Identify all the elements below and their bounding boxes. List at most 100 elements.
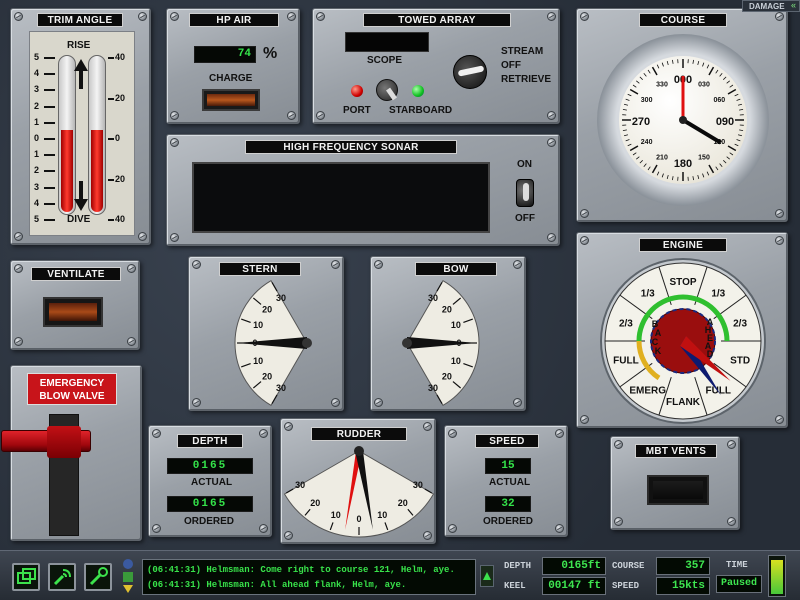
course-tick — [647, 69, 651, 74]
hp-air-charge-button[interactable] — [202, 89, 260, 111]
sonar-off-label: OFF — [515, 213, 535, 224]
course-hub — [679, 116, 687, 124]
speed-status-label: SPEED — [612, 581, 640, 591]
emergency-blow-label: EMERGENCY BLOW VALVE — [27, 373, 117, 405]
course-tick — [651, 164, 658, 174]
course-tick — [737, 103, 743, 106]
ventilate-button[interactable] — [43, 297, 103, 327]
trim-left-tick — [44, 170, 55, 173]
hp-air-panel: HP AIR 74 % CHARGE — [166, 8, 300, 124]
rudder-tick-label: 20 — [398, 498, 408, 508]
trim-left-tick — [44, 138, 55, 140]
course-tick — [625, 139, 630, 142]
msg-scroll-down-button[interactable] — [123, 585, 133, 593]
rudder-tick-label: 10 — [331, 510, 341, 520]
bow-tick-label: 10 — [451, 320, 461, 330]
time-status-label: TIME — [726, 560, 748, 570]
speed-ordered-value[interactable]: 32 — [485, 496, 531, 512]
rudder-hub — [354, 446, 364, 456]
message-log: (06:41:31) Helmsman: Come right to cours… — [142, 559, 476, 595]
course-tick — [719, 163, 723, 167]
trim-angle-title: TRIM ANGLE — [37, 13, 123, 27]
emergency-blow-panel: EMERGENCY BLOW VALVE — [1, 365, 142, 541]
course-tick — [661, 62, 664, 67]
course-tick — [656, 171, 660, 176]
time-status-value[interactable]: Paused — [716, 575, 762, 593]
bow-tick-label: 10 — [451, 356, 461, 366]
emergency-blow-label-line2: BLOW VALVE — [39, 391, 105, 402]
course-tick — [647, 166, 651, 171]
scope-label: SCOPE — [367, 55, 403, 66]
towed-array-side-switch[interactable] — [376, 79, 398, 101]
speed-ordered-label: ORDERED — [483, 516, 534, 527]
towed-array-mode-knob[interactable] — [453, 55, 487, 89]
port-light — [351, 85, 363, 97]
course-mark-label: 180 — [674, 158, 692, 170]
stern-tick-label: 30 — [276, 383, 286, 393]
engine-telegraph-svg[interactable]: STOP1/32/3STDFULLFLANKEMERGFULL2/31/3BAC… — [593, 255, 773, 427]
trim-right-tick — [108, 178, 114, 181]
stern-hub — [302, 338, 312, 348]
msg-scroll-up-button[interactable] — [123, 559, 133, 569]
mbt-vents-button[interactable] — [647, 475, 709, 505]
course-mark-label: 030 — [698, 82, 710, 89]
trim-left-tick-label: 1 — [34, 116, 40, 127]
engine-order-label: 1/3 — [641, 288, 655, 299]
trim-right-tick-label: 40 — [115, 214, 126, 224]
course-tick — [715, 69, 719, 74]
speed-actual-value: 15 — [485, 458, 531, 474]
trim-left-tick-label: 2 — [34, 165, 40, 176]
trim-left-tick — [44, 57, 55, 59]
engine-order-label: 2/3 — [733, 318, 747, 329]
starboard-light — [412, 85, 424, 97]
course-tick — [723, 160, 727, 164]
bow-tick-label: 30 — [428, 293, 438, 303]
course-tick — [636, 156, 640, 160]
msg-scroll-mid-button[interactable] — [123, 572, 133, 582]
starboard-label: STARBOARD — [389, 105, 453, 116]
rudder-tick-label: 20 — [310, 498, 320, 508]
trim-right-tick-label: 40 — [115, 52, 126, 62]
trim-right-tick — [108, 219, 114, 221]
course-tick — [625, 98, 630, 101]
course-tick — [708, 164, 715, 174]
course-tick — [636, 80, 640, 84]
course-tick — [639, 76, 643, 80]
rudder-gauge-svg: 30 20 10 0 10 20 30 — [283, 446, 435, 538]
windows-button[interactable] — [12, 563, 40, 591]
ventilate-panel: VENTILATE — [10, 260, 140, 350]
engine-order-label: 1/3 — [711, 288, 725, 299]
stern-tick-label: 20 — [262, 305, 272, 315]
time-compression-slider[interactable] — [768, 555, 786, 597]
trim-left-tick-label: 4 — [34, 68, 40, 79]
damage-tab[interactable]: DAMAGE « — [742, 0, 800, 12]
course-tick — [702, 173, 705, 178]
rudder-tick-label: 10 — [377, 510, 387, 520]
stern-gauge-svg: 3020100102030 — [234, 279, 312, 407]
repair-button[interactable] — [84, 563, 112, 591]
sonar-panel: HIGH FREQUENCY SONAR ON OFF — [166, 134, 560, 246]
mbt-vents-title: MBT VENTS — [635, 444, 717, 458]
course-tick — [623, 134, 629, 137]
trim-left-tick — [44, 121, 55, 124]
engine-back-letter: K — [655, 346, 662, 356]
radio-button[interactable] — [48, 563, 76, 591]
depth-ordered-value[interactable]: 0165 — [167, 496, 253, 512]
engine-title: ENGINE — [639, 238, 727, 252]
course-status-label: COURSE — [612, 561, 645, 571]
bow-gauge-svg: 3020100102030 — [402, 279, 480, 407]
trim-dive-label: DIVE — [67, 214, 91, 225]
course-title: COURSE — [639, 13, 727, 27]
trim-right-tick — [108, 97, 114, 100]
depth-status-value: 0165ft — [542, 557, 606, 575]
hp-air-title: HP AIR — [189, 13, 279, 27]
hp-air-charge-label: CHARGE — [209, 73, 253, 84]
message-expand-button[interactable] — [480, 565, 494, 587]
damage-label: DAMAGE — [749, 2, 785, 11]
ventilate-title: VENTILATE — [31, 267, 121, 281]
off-label: OFF — [501, 60, 521, 71]
course-tick — [739, 109, 744, 111]
depth-status-label: DEPTH — [504, 561, 532, 571]
sonar-power-switch[interactable] — [516, 179, 534, 207]
bottom-status-bar: (06:41:31) Helmsman: Come right to cours… — [0, 550, 800, 600]
